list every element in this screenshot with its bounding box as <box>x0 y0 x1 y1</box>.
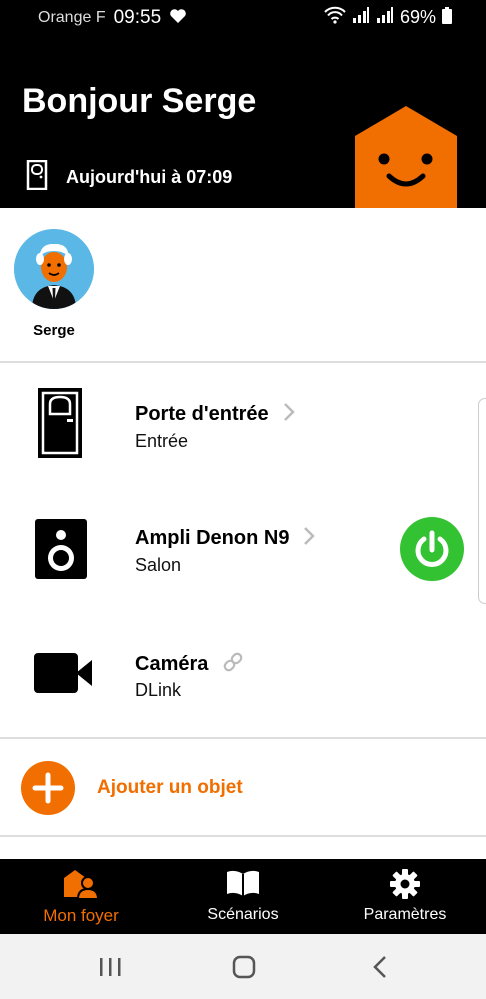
heart-icon <box>169 8 187 29</box>
book-icon <box>226 869 260 902</box>
add-object-label: Ajouter un objet <box>97 777 243 798</box>
link-icon <box>222 651 244 678</box>
back-icon[interactable] <box>366 954 396 980</box>
tab-label: Scénarios <box>207 906 279 923</box>
greeting-title: Bonjour Serge <box>22 82 257 120</box>
device-name: Porte d'entrée <box>135 403 269 425</box>
battery-icon <box>442 6 452 29</box>
speaker-icon <box>34 518 88 585</box>
home-button-icon[interactable] <box>229 954 259 980</box>
device-name: Ampli Denon N9 <box>135 527 290 549</box>
status-right: 69% <box>324 6 452 29</box>
plus-icon[interactable] <box>21 761 75 815</box>
status-bar: Orange F 09:55 69% <box>0 0 486 34</box>
side-panel-handle[interactable] <box>478 398 486 604</box>
house-mascot-icon <box>355 106 457 208</box>
tab-parametres[interactable]: Paramètres <box>324 859 486 934</box>
tab-label: Mon foyer <box>43 906 119 925</box>
device-name-row: Porte d'entrée <box>135 402 295 427</box>
signal-icon-2 <box>376 7 394 28</box>
device-name-row: Caméra <box>135 651 244 678</box>
signal-icon <box>352 7 370 28</box>
last-event[interactable]: Aujourd'hui à 07:09 <box>26 159 233 195</box>
add-object-row[interactable]: Ajouter un objet <box>0 737 486 837</box>
device-row-camera[interactable]: Caméra DLink <box>0 622 486 746</box>
user-name: Serge <box>33 322 75 339</box>
last-event-label: Aujourd'hui à 07:09 <box>66 167 233 187</box>
tab-mon-foyer[interactable]: Mon foyer <box>0 859 162 934</box>
tab-scenarios[interactable]: Scénarios <box>162 859 324 934</box>
chevron-right-icon[interactable] <box>283 402 295 427</box>
battery-percent: 69% <box>399 7 436 27</box>
status-left: Orange F 09:55 <box>38 7 187 29</box>
device-name-row: Ampli Denon N9 <box>135 526 316 551</box>
device-room: Salon <box>135 555 182 575</box>
recent-apps-icon[interactable] <box>96 954 126 980</box>
door-icon <box>34 386 86 465</box>
door-small-icon <box>26 159 48 195</box>
power-icon <box>415 530 449 567</box>
clock: 09:55 <box>113 7 162 28</box>
chevron-right-icon[interactable] <box>303 526 316 551</box>
device-room: Entrée <box>135 431 189 451</box>
video-camera-icon <box>34 652 94 699</box>
device-name: Caméra <box>135 653 209 675</box>
system-nav-bar <box>0 934 486 999</box>
gear-icon <box>390 869 420 904</box>
avatar[interactable] <box>14 229 94 309</box>
home-header: Bonjour Serge Aujourd'hui à 07:09 <box>0 34 486 208</box>
users-section: Serge <box>0 208 486 363</box>
wifi-icon <box>324 6 346 29</box>
bottom-tab-bar: Mon foyer Scénarios Paramètres <box>0 859 486 934</box>
carrier-name: Orange F <box>38 9 106 26</box>
device-room: DLink <box>135 680 182 700</box>
device-row-porte[interactable]: Porte d'entrée Entrée <box>0 374 486 498</box>
power-toggle-button[interactable] <box>400 517 464 581</box>
tab-label: Paramètres <box>363 906 447 923</box>
home-people-icon <box>64 869 100 904</box>
